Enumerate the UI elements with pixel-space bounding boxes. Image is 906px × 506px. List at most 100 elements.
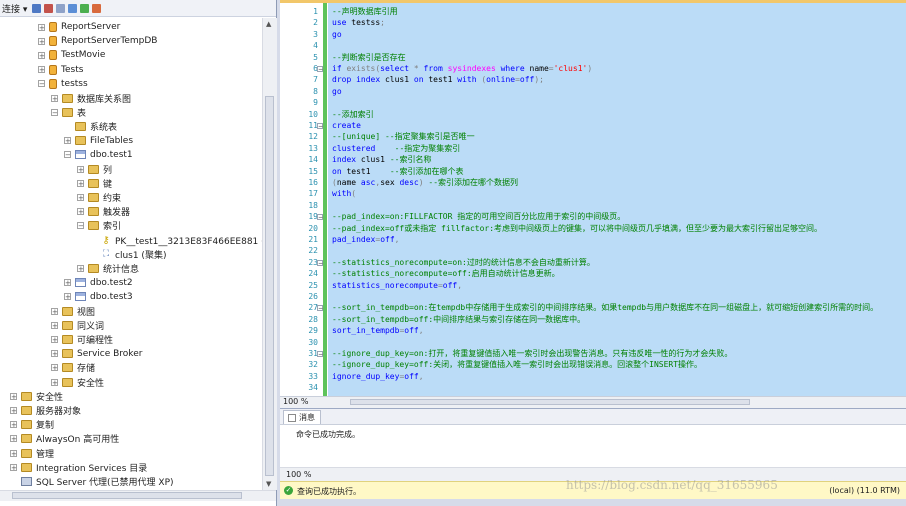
code-line[interactable]: use testss;	[332, 18, 385, 28]
tree-node[interactable]: + 约束	[77, 190, 121, 204]
collapse-icon[interactable]: −	[51, 108, 58, 116]
connect-icon[interactable]	[32, 3, 42, 13]
expand-icon[interactable]: +	[10, 463, 17, 471]
expand-icon[interactable]: +	[77, 165, 84, 173]
tree-node[interactable]: + 管理	[10, 446, 54, 460]
code-line[interactable]: --声明数据库引用	[332, 7, 398, 17]
tree-node[interactable]: + dbo.test3	[64, 290, 133, 304]
expand-icon[interactable]: +	[77, 208, 84, 216]
expand-icon[interactable]: +	[38, 23, 45, 31]
editor-horizontal-scrollbar[interactable]	[280, 396, 906, 408]
code-line[interactable]: drop index clus1 on test1 with (online=o…	[332, 75, 544, 85]
code-line[interactable]: go	[332, 30, 342, 40]
code-line[interactable]: --ignore_dup_key=off:关闭，将重复键值插入唯一索引时会出现错…	[332, 360, 702, 370]
activity-icon[interactable]	[92, 3, 102, 13]
fold-toggle-icon[interactable]: −	[317, 66, 323, 73]
tab-messages[interactable]: 消息	[283, 410, 321, 424]
tree-node[interactable]: + 数据库关系图	[51, 91, 131, 105]
code-line[interactable]: on test1 --索引添加在哪个表	[332, 167, 463, 177]
code-line[interactable]: if exists(select * from sysindexes where…	[332, 64, 592, 74]
tree-hscroll-thumb[interactable]	[12, 492, 242, 499]
tree-node[interactable]: + 统计信息	[77, 261, 139, 275]
tree-node[interactable]: + FileTables	[64, 134, 133, 148]
collapse-icon[interactable]: −	[38, 80, 45, 88]
code-line[interactable]: --sort_in_tempdb=on:在tempdb中存储用于生成索引的中间排…	[332, 303, 878, 313]
tree-node[interactable]: + ReportServerTempDB	[38, 34, 157, 48]
results-zoom-select[interactable]: 100 %	[286, 470, 311, 479]
collapse-icon[interactable]: −	[77, 222, 84, 230]
tree-node[interactable]: − dbo.test1	[64, 148, 133, 162]
expand-icon[interactable]: +	[10, 406, 17, 414]
tree-node[interactable]: + Tests	[38, 63, 83, 77]
tree-node[interactable]: + TestMovie	[38, 48, 105, 62]
tree-node[interactable]: + 存储	[51, 361, 95, 375]
fold-toggle-icon[interactable]: −	[317, 214, 323, 221]
code-line[interactable]: --sort_in_tempdb=off:中间排序结果与索引存储在同一数据库中。	[332, 315, 585, 325]
scroll-up-icon[interactable]: ▲	[266, 20, 271, 28]
code-line[interactable]: create	[332, 121, 361, 131]
code-line[interactable]: index clus1 --索引名称	[332, 155, 431, 165]
expand-icon[interactable]: +	[51, 307, 58, 315]
expand-icon[interactable]: +	[64, 279, 71, 287]
expand-icon[interactable]: +	[51, 378, 58, 386]
tree-node[interactable]: + Integration Services 目录	[10, 460, 147, 474]
code-line[interactable]: --pad_index=off或未指定 fillfactor:考虑到中间级页上的…	[332, 224, 822, 234]
tree-node[interactable]: + 复制	[10, 418, 54, 432]
tree-node[interactable]: + 同义词	[51, 318, 104, 332]
sql-editor[interactable]: 1 2 3 4 5 6 7 8 9 10 11 12 13 14 15 16 17 18 19 20 21 22 23 24 2…	[280, 0, 906, 396]
expand-icon[interactable]: +	[38, 51, 45, 59]
code-line[interactable]: sort_in_tempdb=off,	[332, 326, 424, 336]
tree-horizontal-scrollbar[interactable]	[0, 490, 276, 501]
expand-icon[interactable]: +	[51, 364, 58, 372]
tree-node[interactable]: + 安全性	[51, 375, 104, 389]
tree-node[interactable]: − testss	[38, 77, 88, 91]
expand-icon[interactable]: +	[10, 435, 17, 443]
expand-icon[interactable]: +	[10, 421, 17, 429]
expand-icon[interactable]: +	[10, 392, 17, 400]
code-line[interactable]: --[unique] --指定聚集索引是否唯一	[332, 132, 475, 142]
code-line[interactable]: (name asc,sex desc) --索引添加在哪个数据列	[332, 178, 518, 188]
tree-node[interactable]: SQL Server 代理(已禁用代理 XP)	[10, 474, 174, 488]
filter-icon[interactable]	[68, 3, 78, 13]
code-line[interactable]: --pad_index=on:FILLFACTOR 指定的可用空间百分比应用于索…	[332, 212, 625, 222]
tree-scroll-thumb[interactable]	[265, 96, 274, 476]
tree-node[interactable]: + 触发器	[77, 205, 130, 219]
expand-icon[interactable]: +	[64, 293, 71, 301]
expand-icon[interactable]: +	[77, 264, 84, 272]
tree-node[interactable]: + dbo.test2	[64, 276, 133, 290]
expand-icon[interactable]: +	[38, 66, 45, 74]
code-line[interactable]: with(	[332, 189, 356, 199]
editor-zoom-select[interactable]: 100 %	[283, 397, 308, 406]
disconnect-icon[interactable]	[44, 3, 54, 13]
tree-node[interactable]: + 键	[77, 176, 112, 190]
tree-node[interactable]: + AlwaysOn 高可用性	[10, 432, 119, 446]
fold-toggle-icon[interactable]: −	[317, 305, 323, 312]
refresh-icon[interactable]	[80, 3, 90, 13]
fold-toggle-icon[interactable]: −	[317, 123, 323, 130]
expand-icon[interactable]: +	[51, 94, 58, 102]
tree-node[interactable]: + ReportServer	[38, 20, 120, 34]
code-line[interactable]: go	[332, 87, 342, 97]
expand-icon[interactable]: +	[51, 335, 58, 343]
tree-node[interactable]: + 列	[77, 162, 112, 176]
tree-node[interactable]: + 服务器对象	[10, 403, 81, 417]
tree-node[interactable]: − 表	[51, 105, 86, 119]
code-line[interactable]: ignore_dup_key=off,	[332, 372, 424, 382]
tree-node[interactable]: ⚷ PK__test1__3213E83F466EE881 (唯一	[90, 233, 262, 247]
connect-button[interactable]: 连接 ▾	[2, 2, 27, 15]
scroll-down-icon[interactable]: ▼	[266, 480, 271, 488]
expand-icon[interactable]: +	[64, 137, 71, 145]
tree-node[interactable]: − 索引	[77, 219, 121, 233]
code-line[interactable]: --判断索引是否存在	[332, 53, 406, 63]
code-line[interactable]: pad_index=off,	[332, 235, 399, 245]
code-line[interactable]: --添加索引	[332, 110, 374, 120]
code-line[interactable]: clustered --指定为聚集索引	[332, 144, 460, 154]
tree-node[interactable]: ⛶ clus1 (聚集)	[90, 247, 167, 261]
code-line[interactable]: --ignore_dup_key=on:打开，将重复键值插入唯一索引时会出现警告…	[332, 349, 732, 359]
code-line[interactable]: --statistics_norecompute=on:过时的统计信息不会自动重…	[332, 258, 595, 268]
fold-toggle-icon[interactable]: −	[317, 259, 323, 266]
tree-node[interactable]: + Service Broker	[51, 347, 142, 361]
expand-icon[interactable]: +	[38, 37, 45, 45]
expand-icon[interactable]: +	[51, 350, 58, 358]
expand-icon[interactable]: +	[10, 449, 17, 457]
